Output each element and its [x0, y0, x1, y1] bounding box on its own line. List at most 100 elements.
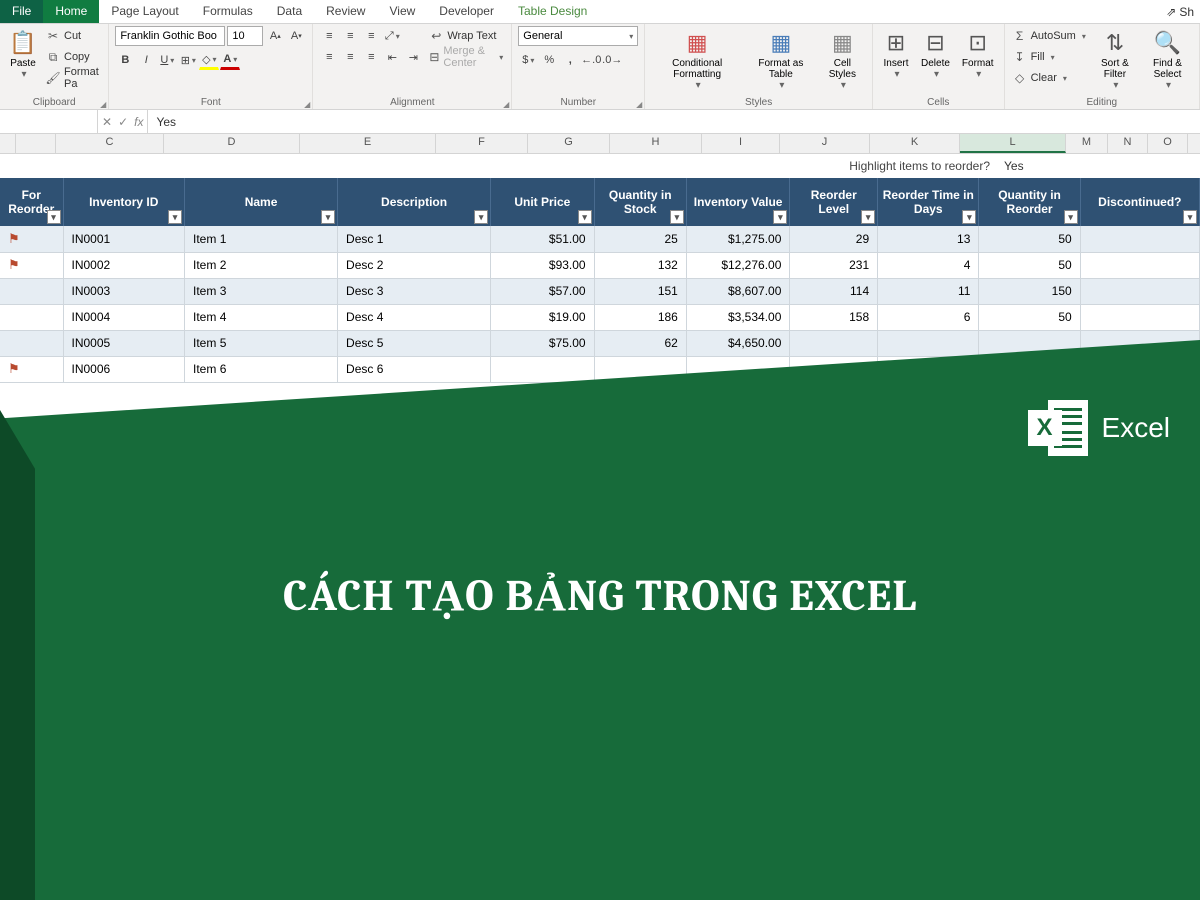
table-header[interactable]: For Reorder▾	[0, 178, 63, 226]
formula-input[interactable]: Yes	[148, 115, 1200, 129]
cell[interactable]: 4	[878, 252, 979, 278]
font-name-input[interactable]	[115, 26, 225, 46]
cell[interactable]: Desc 1	[338, 226, 491, 252]
cell[interactable]: Desc 2	[338, 252, 491, 278]
table-header[interactable]: Inventory ID▾	[63, 178, 185, 226]
accounting-format-button[interactable]: $▾	[518, 50, 538, 70]
table-row[interactable]: ⚑IN0001Item 1Desc 1$51.0025$1,275.002913…	[0, 226, 1200, 252]
fill-button[interactable]: ↧Fill▾	[1011, 47, 1088, 67]
italic-button[interactable]: I	[136, 50, 156, 70]
dialog-launcher-icon[interactable]: ◢	[636, 100, 642, 109]
cell[interactable]: Desc 3	[338, 278, 491, 304]
filter-icon[interactable]: ▾	[578, 210, 592, 224]
cell[interactable]: IN0003	[63, 278, 185, 304]
filter-icon[interactable]: ▾	[474, 210, 488, 224]
column-header-G[interactable]: G	[528, 134, 610, 153]
cell[interactable]	[0, 278, 63, 304]
cell[interactable]: IN0005	[63, 330, 185, 356]
cell[interactable]: 186	[594, 304, 686, 330]
align-right-button[interactable]: ≡	[361, 47, 381, 67]
filter-icon[interactable]: ▾	[168, 210, 182, 224]
cell[interactable]	[1080, 252, 1199, 278]
align-left-button[interactable]: ≡	[319, 47, 339, 67]
highlight-reorder-value[interactable]: Yes	[1000, 159, 1060, 173]
cell[interactable]: 132	[594, 252, 686, 278]
column-header-blank[interactable]	[16, 134, 56, 153]
column-header-M[interactable]: M	[1066, 134, 1108, 153]
cell[interactable]: IN0004	[63, 304, 185, 330]
cell[interactable]: Item 6	[185, 356, 338, 382]
dialog-launcher-icon[interactable]: ◢	[100, 100, 106, 109]
borders-button[interactable]: ⊞▾	[178, 50, 198, 70]
cell[interactable]: Item 3	[185, 278, 338, 304]
cell[interactable]: $51.00	[491, 226, 595, 252]
percent-button[interactable]: %	[539, 50, 559, 70]
column-header-E[interactable]: E	[300, 134, 436, 153]
column-header-K[interactable]: K	[870, 134, 960, 153]
filter-icon[interactable]: ▾	[962, 210, 976, 224]
cell[interactable]: $4,650.00	[686, 330, 790, 356]
increase-font-button[interactable]: A▴	[265, 26, 285, 46]
cell[interactable]: ⚑	[0, 356, 63, 382]
paste-button[interactable]: 📋 Paste ▾	[6, 26, 40, 82]
table-header[interactable]: Quantity in Reorder▾	[979, 178, 1080, 226]
dialog-launcher-icon[interactable]: ◢	[304, 100, 310, 109]
number-format-combo[interactable]: General▾	[518, 26, 638, 46]
cell[interactable]: Item 4	[185, 304, 338, 330]
column-header-H[interactable]: H	[610, 134, 702, 153]
wrap-text-button[interactable]: ↩Wrap Text	[427, 26, 505, 46]
cell[interactable]: $75.00	[491, 330, 595, 356]
column-header-C[interactable]: C	[56, 134, 164, 153]
align-middle-button[interactable]: ≡	[340, 26, 360, 46]
filter-icon[interactable]: ▾	[47, 210, 61, 224]
format-painter-button[interactable]: 🖌Format Pa	[44, 68, 102, 88]
font-size-input[interactable]	[227, 26, 263, 46]
cell[interactable]: 150	[979, 278, 1080, 304]
tab-home[interactable]: Home	[43, 0, 99, 23]
clear-button[interactable]: ◇Clear▾	[1011, 68, 1088, 88]
table-header[interactable]: Discontinued?▾	[1080, 178, 1199, 226]
table-row[interactable]: IN0003Item 3Desc 3$57.00151$8,607.001141…	[0, 278, 1200, 304]
table-header[interactable]: Inventory Value▾	[686, 178, 790, 226]
cell[interactable]: 50	[979, 226, 1080, 252]
orientation-button[interactable]: ⤢▾	[382, 26, 402, 46]
cell[interactable]	[1080, 304, 1199, 330]
cell[interactable]: 231	[790, 252, 878, 278]
select-all-corner[interactable]	[0, 134, 16, 153]
table-header[interactable]: Reorder Time in Days▾	[878, 178, 979, 226]
table-header[interactable]: Unit Price▾	[491, 178, 595, 226]
cell[interactable]: 13	[878, 226, 979, 252]
format-cells-button[interactable]: ⊡Format▾	[958, 26, 998, 82]
table-row[interactable]: ⚑IN0002Item 2Desc 2$93.00132$12,276.0023…	[0, 252, 1200, 278]
cell[interactable]: 62	[594, 330, 686, 356]
decrease-indent-button[interactable]: ⇤	[382, 47, 402, 67]
column-header-O[interactable]: O	[1148, 134, 1188, 153]
cell[interactable]: IN0002	[63, 252, 185, 278]
table-header[interactable]: Description▾	[338, 178, 491, 226]
cell[interactable]: $3,534.00	[686, 304, 790, 330]
tab-page-layout[interactable]: Page Layout	[99, 0, 190, 23]
cell[interactable]: $57.00	[491, 278, 595, 304]
cell[interactable]: ⚑	[0, 226, 63, 252]
cell[interactable]: 114	[790, 278, 878, 304]
tab-formulas[interactable]: Formulas	[191, 0, 265, 23]
decrease-font-button[interactable]: A▾	[286, 26, 306, 46]
cell[interactable]	[878, 330, 979, 356]
cell[interactable]: Desc 4	[338, 304, 491, 330]
tab-developer[interactable]: Developer	[427, 0, 506, 23]
increase-decimal-button[interactable]: ←.0	[581, 50, 601, 70]
table-row[interactable]: IN0004Item 4Desc 4$19.00186$3,534.001586…	[0, 304, 1200, 330]
cell[interactable]: 158	[790, 304, 878, 330]
cell[interactable]	[0, 304, 63, 330]
tab-review[interactable]: Review	[314, 0, 377, 23]
tab-view[interactable]: View	[377, 0, 427, 23]
fx-button[interactable]: fx	[134, 115, 143, 129]
find-select-button[interactable]: 🔍Find & Select▾	[1142, 26, 1193, 93]
cell[interactable]: IN0001	[63, 226, 185, 252]
cell[interactable]: Item 1	[185, 226, 338, 252]
tab-data[interactable]: Data	[265, 0, 314, 23]
column-header-I[interactable]: I	[702, 134, 780, 153]
tab-table-design[interactable]: Table Design	[506, 0, 599, 23]
column-header-N[interactable]: N	[1108, 134, 1148, 153]
underline-button[interactable]: U▾	[157, 50, 177, 70]
